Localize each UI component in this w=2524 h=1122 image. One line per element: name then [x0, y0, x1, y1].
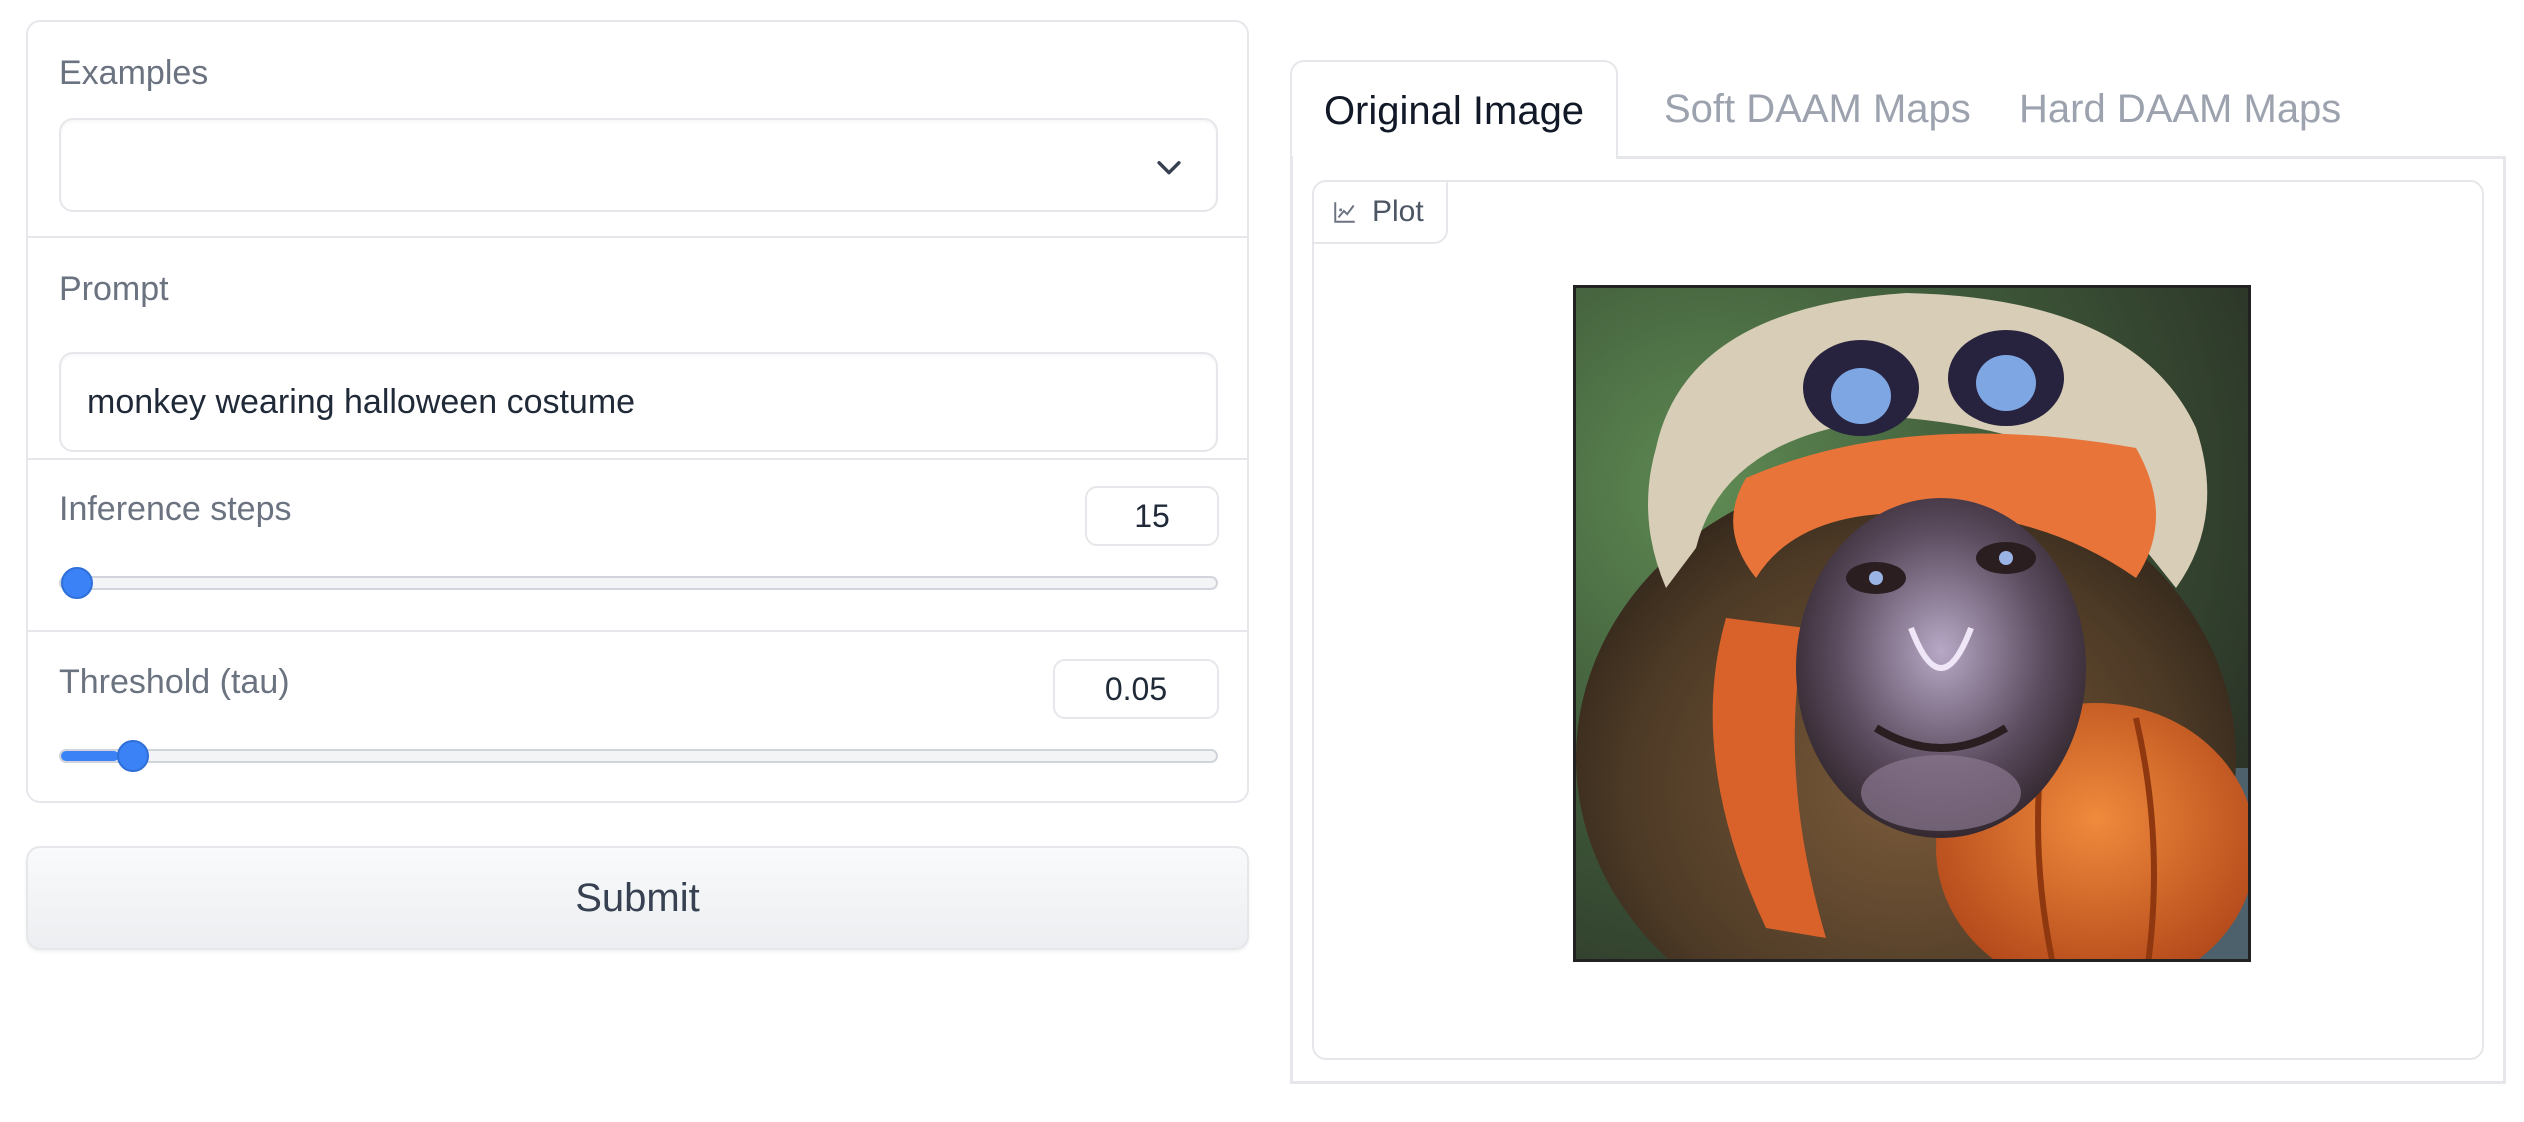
plot-label-badge: Plot — [1314, 182, 1448, 244]
tab-original-image[interactable]: Original Image — [1290, 60, 1618, 158]
threshold-number-input[interactable]: 0.05 — [1053, 659, 1219, 719]
examples-block: Examples — [28, 22, 1247, 238]
chart-icon — [1334, 202, 1355, 223]
inference-steps-number-input[interactable]: 15 — [1085, 486, 1219, 546]
tab-soft-daam-maps[interactable]: Soft DAAM Maps — [1664, 60, 1971, 158]
threshold-slider-thumb[interactable] — [117, 740, 150, 772]
inference-steps-slider-thumb[interactable] — [61, 567, 93, 599]
output-tabs: Original Image Soft DAAM Maps Hard DAAM … — [1290, 60, 2506, 158]
threshold-label: Threshold (tau) — [59, 663, 290, 701]
inference-steps-label: Inference steps — [59, 490, 292, 528]
tab-hard-daam-maps[interactable]: Hard DAAM Maps — [2019, 60, 2341, 158]
inference-steps-slider[interactable] — [59, 567, 1218, 599]
app-root: Examples Prompt monkey wearing halloween… — [0, 0, 2524, 1122]
chevron-down-icon — [1157, 161, 1181, 175]
generated-image — [1573, 285, 2251, 962]
threshold-block: Threshold (tau) 0.05 — [28, 632, 1247, 801]
inference-steps-block: Inference steps 15 — [28, 460, 1247, 632]
monkey-costume-picture — [1576, 288, 2248, 959]
plot-label: Plot — [1372, 195, 1424, 228]
examples-label: Examples — [59, 54, 209, 92]
examples-dropdown[interactable] — [59, 118, 1218, 212]
prompt-label: Prompt — [59, 270, 169, 308]
prompt-input[interactable]: monkey wearing halloween costume — [59, 352, 1218, 452]
input-form-panel: Examples Prompt monkey wearing halloween… — [26, 20, 1249, 803]
threshold-slider[interactable] — [59, 740, 1218, 772]
submit-button[interactable]: Submit — [26, 846, 1249, 950]
prompt-block: Prompt monkey wearing halloween costume — [28, 238, 1247, 460]
threshold-slider-fill — [61, 751, 119, 761]
